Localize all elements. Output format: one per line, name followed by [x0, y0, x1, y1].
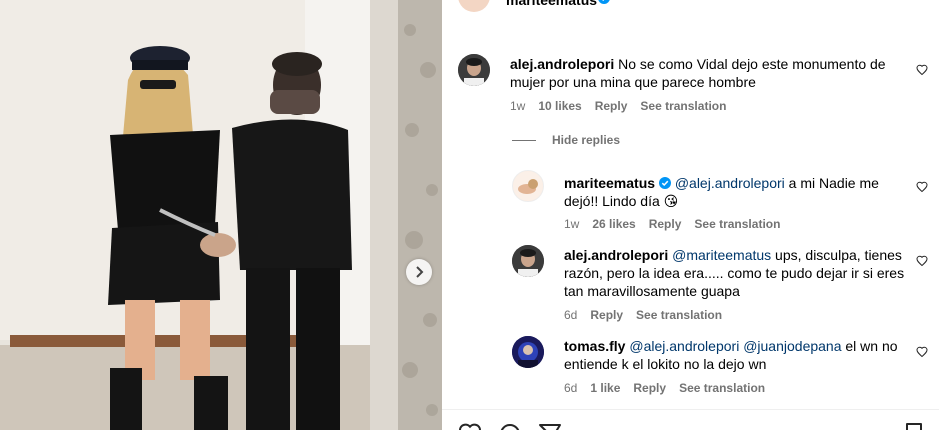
reply-mention-second[interactable]: @juanjodepana	[743, 338, 841, 354]
reply-text: alej.androlepori @mariteematus ups, disc…	[564, 246, 906, 300]
reply-text: mariteematus @alej.androlepori a mi Nadi…	[564, 174, 906, 210]
like-heart-icon[interactable]	[916, 255, 928, 267]
reply-avatar[interactable]	[512, 336, 544, 368]
hide-replies-label: Hide replies	[552, 133, 621, 147]
verified-badge-icon	[598, 0, 610, 4]
reply-button[interactable]: Reply	[649, 217, 682, 231]
reply-mention[interactable]: @mariteematus	[672, 247, 771, 263]
reply-time[interactable]: 6d	[564, 381, 577, 395]
see-translation-button[interactable]: See translation	[636, 308, 722, 322]
hide-replies-button[interactable]: Hide replies	[512, 133, 620, 147]
post-photo-illustration	[0, 0, 442, 430]
reply-avatar[interactable]	[512, 245, 544, 277]
reply-meta: 1w 26 likes Reply See translation	[564, 217, 793, 231]
see-translation-button[interactable]: See translation	[640, 99, 726, 113]
reply-username[interactable]: alej.androlepori	[564, 247, 668, 263]
verified-badge-icon	[658, 177, 671, 189]
more-options-button[interactable]: ···	[902, 0, 919, 6]
reply-button[interactable]: Reply	[590, 308, 623, 322]
author-username[interactable]: mariteematus	[506, 0, 597, 8]
avatar-image	[458, 54, 490, 86]
reply-mention[interactable]: @alej.androlepori	[675, 175, 785, 191]
post-action-bar	[442, 409, 939, 430]
share-icon[interactable]	[538, 422, 562, 430]
commenter-avatar[interactable]	[458, 54, 490, 86]
like-heart-icon[interactable]	[916, 181, 928, 193]
post-image[interactable]	[0, 0, 442, 430]
save-icon[interactable]	[902, 422, 926, 430]
post-header: mariteematus ···	[442, 0, 939, 12]
reply-button[interactable]: Reply	[633, 381, 666, 395]
see-translation-button[interactable]: See translation	[679, 381, 765, 395]
like-icon[interactable]	[458, 422, 482, 430]
avatar-image	[512, 245, 544, 277]
like-heart-icon[interactable]	[916, 64, 928, 76]
comment-icon[interactable]	[498, 422, 522, 430]
reply-likes[interactable]: 26 likes	[592, 217, 635, 231]
avatar-image	[513, 171, 543, 201]
reply-username[interactable]: tomas.fly	[564, 338, 625, 354]
comments-panel: mariteematus ··· alej.androlepori No se …	[442, 0, 939, 430]
see-translation-button[interactable]: See translation	[694, 217, 780, 231]
reply-likes[interactable]: 1 like	[590, 381, 620, 395]
comment-text: alej.androlepori No se como Vidal dejo e…	[510, 55, 900, 91]
hide-replies-line	[512, 139, 536, 141]
comment-time[interactable]: 1w	[510, 99, 525, 113]
reply-time[interactable]: 1w	[564, 217, 579, 231]
carousel-next-button[interactable]	[406, 259, 432, 285]
reply-mention[interactable]: @alej.androlepori	[629, 338, 739, 354]
reply-avatar[interactable]	[512, 170, 544, 202]
comment-likes[interactable]: 10 likes	[538, 99, 581, 113]
comment-username[interactable]: alej.androlepori	[510, 56, 614, 72]
reply-username[interactable]: mariteematus	[564, 175, 655, 191]
reply-text: tomas.fly @alej.androlepori @juanjodepan…	[564, 337, 906, 373]
reply-button[interactable]: Reply	[595, 99, 628, 113]
chevron-right-icon	[416, 266, 424, 278]
avatar-image	[512, 336, 544, 368]
reply-meta: 6d 1 like Reply See translation	[564, 381, 778, 395]
reply-time[interactable]: 6d	[564, 308, 577, 322]
like-heart-icon[interactable]	[916, 346, 928, 358]
author-avatar[interactable]	[458, 0, 490, 12]
comment-meta: 1w 10 likes Reply See translation	[510, 99, 739, 113]
reply-meta: 6d Reply See translation	[564, 308, 735, 322]
